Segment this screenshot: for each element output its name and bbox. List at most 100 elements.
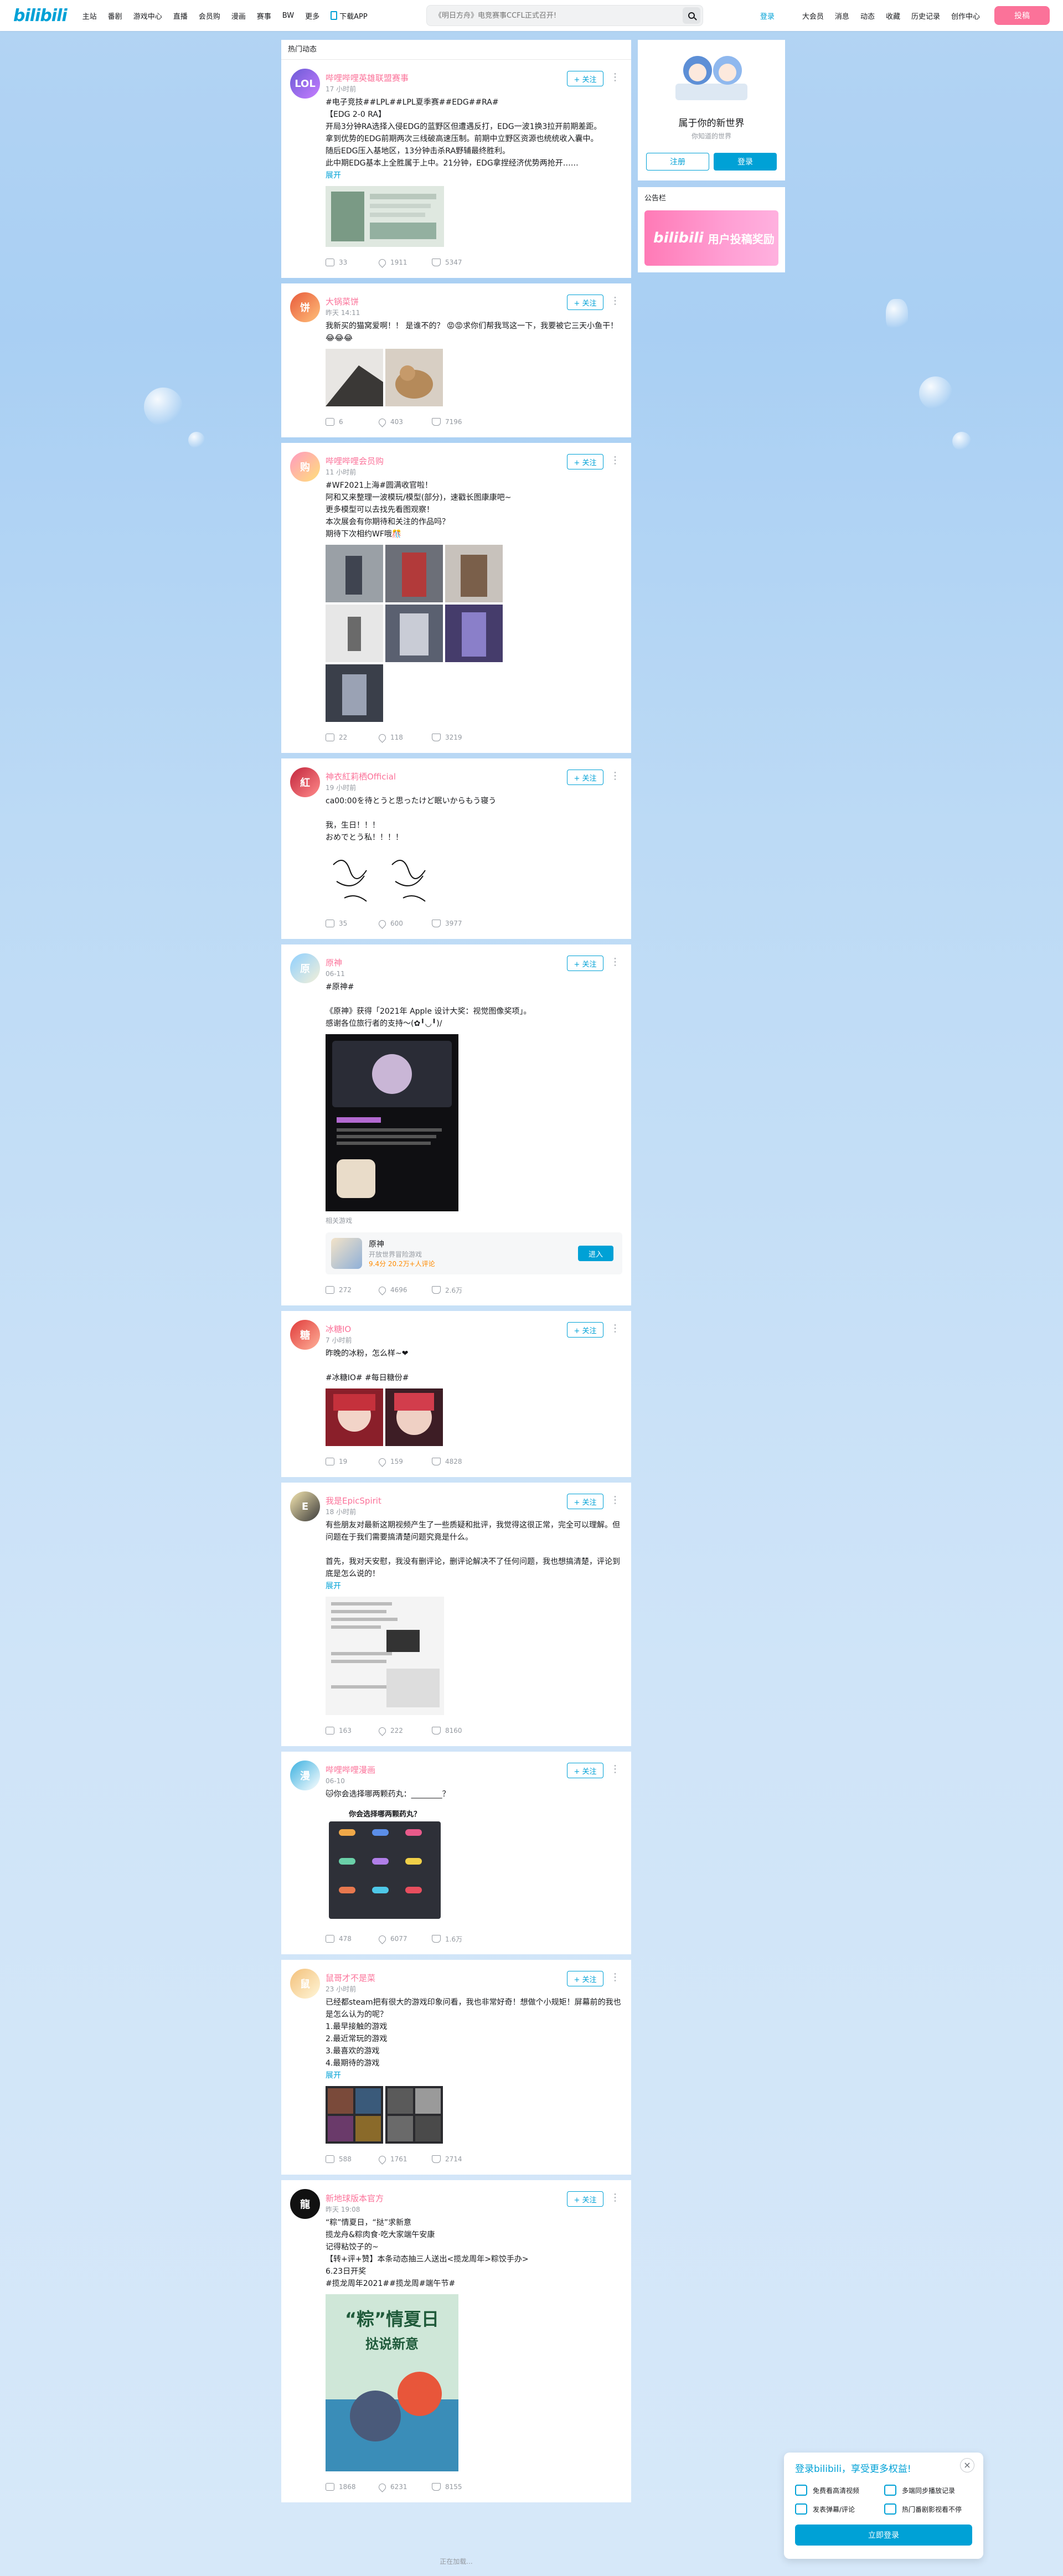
like-button[interactable]: 3977 (432, 920, 485, 927)
post-image[interactable] (326, 186, 444, 247)
follow-button[interactable]: + 关注 (567, 1322, 603, 1338)
nav-mall[interactable]: 会员购 (199, 11, 220, 21)
forward-button[interactable]: 1911 (377, 257, 432, 268)
comment-button[interactable]: 163 (326, 1727, 379, 1734)
comment-button[interactable]: 1868 (326, 2483, 379, 2491)
post-image[interactable] (385, 1388, 443, 1446)
more-icon[interactable]: ⋮ (610, 72, 620, 83)
nav-creator-center[interactable]: 创作中心 (951, 11, 980, 21)
post-image[interactable] (326, 349, 383, 406)
handwritten-image[interactable] (326, 848, 444, 908)
post-image[interactable] (326, 545, 383, 602)
forward-button[interactable]: 4696 (377, 1284, 432, 1295)
post-image[interactable] (326, 1597, 444, 1715)
nav-game-center[interactable]: 游戏中心 (133, 11, 162, 21)
post-image[interactable] (385, 2086, 443, 2144)
more-icon[interactable]: ⋮ (610, 455, 620, 466)
follow-button[interactable]: + 关注 (567, 1494, 603, 1509)
forward-button[interactable]: 403 (377, 416, 432, 427)
login-button[interactable]: 登录 (714, 153, 777, 171)
avatar[interactable]: 鼠 (290, 1969, 320, 1999)
like-button[interactable]: 7196 (432, 418, 485, 426)
avatar[interactable]: 紅 (290, 767, 320, 797)
nav-messages[interactable]: 消息 (835, 11, 849, 21)
more-icon[interactable]: ⋮ (610, 2192, 620, 2203)
follow-button[interactable]: + 关注 (567, 956, 603, 971)
enter-game-button[interactable]: 进入 (578, 1246, 613, 1261)
comment-button[interactable]: 6 (326, 418, 379, 426)
more-icon[interactable]: ⋮ (610, 296, 620, 307)
forward-button[interactable]: 1761 (377, 2154, 432, 2165)
pill-choice-image[interactable] (326, 1805, 444, 1923)
bilibili-logo[interactable]: bilibili (13, 6, 68, 25)
follow-button[interactable]: + 关注 (567, 1763, 603, 1778)
like-button[interactable]: 1.6万 (432, 1934, 485, 1944)
like-button[interactable]: 8155 (432, 2483, 485, 2491)
comment-button[interactable]: 478 (326, 1935, 379, 1943)
comment-button[interactable]: 272 (326, 1286, 379, 1294)
post-image[interactable] (326, 1388, 383, 1446)
expand-link[interactable]: 展开 (326, 2069, 622, 2082)
follow-button[interactable]: + 关注 (567, 295, 603, 310)
more-icon[interactable]: ⋮ (610, 1495, 620, 1506)
post-image[interactable] (326, 664, 383, 722)
post-image[interactable] (326, 1034, 458, 1211)
nav-download-app[interactable]: 下载APP (331, 11, 368, 21)
avatar[interactable]: LOL (290, 69, 320, 99)
post-image[interactable] (385, 349, 443, 406)
follow-button[interactable]: + 关注 (567, 2191, 603, 2207)
comment-button[interactable]: 35 (326, 920, 379, 927)
post-image[interactable] (445, 605, 503, 662)
post-image[interactable] (326, 605, 383, 662)
expand-link[interactable]: 展开 (326, 169, 622, 182)
forward-button[interactable]: 600 (377, 918, 432, 929)
forward-button[interactable]: 6077 (377, 1933, 432, 1944)
like-button[interactable]: 2714 (432, 2155, 485, 2163)
more-icon[interactable]: ⋮ (610, 957, 620, 968)
search-input[interactable] (435, 11, 683, 20)
comment-button[interactable]: 588 (326, 2155, 379, 2163)
post-image[interactable] (326, 2086, 383, 2144)
follow-button[interactable]: + 关注 (567, 454, 603, 469)
register-button[interactable]: 注册 (646, 153, 709, 171)
avatar[interactable]: 龍 (290, 2189, 320, 2219)
nav-more[interactable]: 更多 (305, 11, 319, 21)
follow-button[interactable]: + 关注 (567, 770, 603, 785)
nav-manga[interactable]: 漫画 (231, 11, 246, 21)
post-image[interactable] (445, 545, 503, 602)
nav-anime[interactable]: 番剧 (108, 11, 122, 21)
related-game-card[interactable]: 原神 开放世界冒险游戏 9.4分 20.2万+人评论 进入 (326, 1232, 622, 1274)
more-icon[interactable]: ⋮ (610, 1972, 620, 1983)
upload-button[interactable]: 投稿 (994, 6, 1050, 25)
more-icon[interactable]: ⋮ (610, 1323, 620, 1334)
like-button[interactable]: 2.6万 (432, 1286, 485, 1295)
like-button[interactable]: 8160 (432, 1727, 485, 1734)
follow-button[interactable]: + 关注 (567, 71, 603, 86)
like-button[interactable]: 5347 (432, 259, 485, 266)
avatar[interactable]: 原 (290, 953, 320, 983)
expand-link[interactable]: 展开 (326, 1580, 622, 1592)
nav-history[interactable]: 历史记录 (911, 11, 940, 21)
avatar[interactable]: 饼 (290, 292, 320, 322)
post-image[interactable] (385, 605, 443, 662)
avatar[interactable]: 漫 (290, 1761, 320, 1790)
comment-button[interactable]: 19 (326, 1458, 379, 1465)
nav-esports[interactable]: 赛事 (257, 11, 271, 21)
search-button[interactable] (683, 7, 700, 24)
notice-banner[interactable]: bilibili 用户投稿奖励 (644, 210, 778, 266)
nav-live[interactable]: 直播 (173, 11, 188, 21)
comment-button[interactable]: 33 (326, 259, 379, 266)
nav-bw[interactable]: BW (282, 12, 294, 20)
forward-button[interactable]: 6231 (377, 2481, 432, 2492)
forward-button[interactable]: 118 (377, 732, 432, 743)
more-icon[interactable]: ⋮ (610, 771, 620, 782)
popup-login-button[interactable]: 立即登录 (795, 2525, 972, 2546)
avatar[interactable]: 糖 (290, 1320, 320, 1350)
like-button[interactable]: 3219 (432, 734, 485, 741)
close-icon[interactable]: × (960, 2458, 974, 2472)
nav-login[interactable]: 登录 (760, 11, 775, 21)
nav-dynamics[interactable]: 动态 (860, 11, 875, 21)
nav-main-site[interactable]: 主站 (82, 11, 97, 21)
comment-button[interactable]: 22 (326, 734, 379, 741)
forward-button[interactable]: 159 (377, 1456, 432, 1467)
